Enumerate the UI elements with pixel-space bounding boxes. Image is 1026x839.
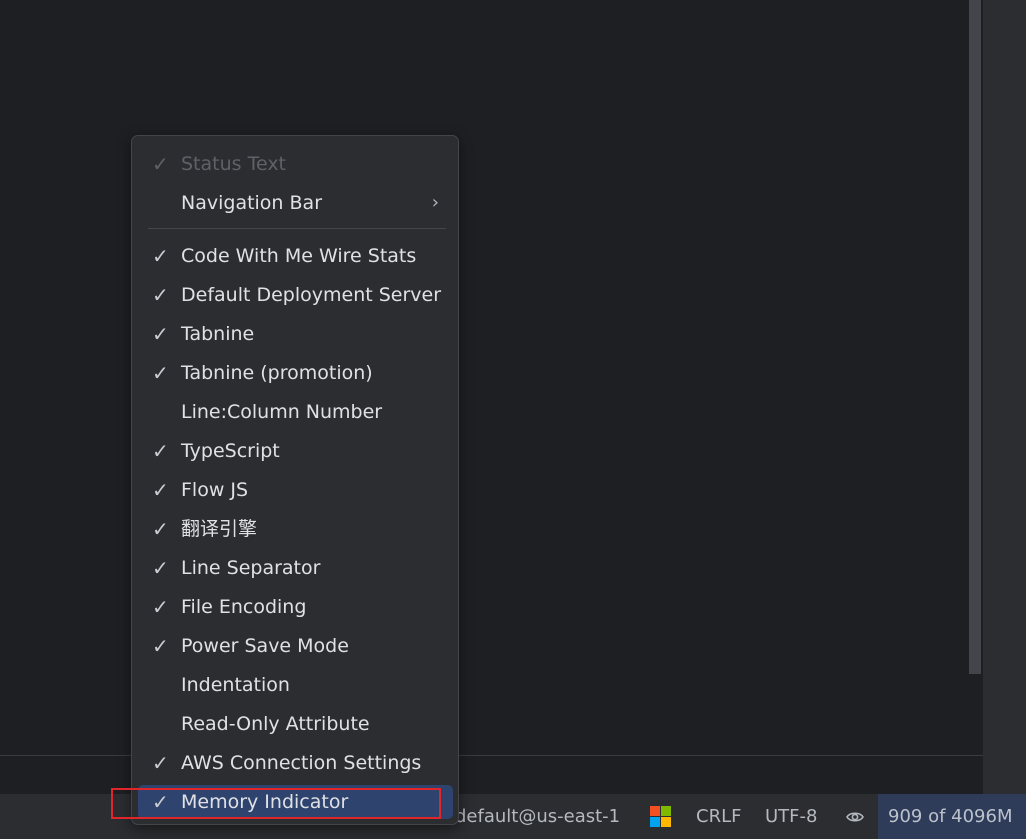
check-icon: ✓	[152, 283, 169, 307]
chevron-right-icon: ›	[431, 192, 439, 213]
menu-item-navigation-bar[interactable]: Navigation Bar ›	[138, 186, 453, 220]
menu-item-label: Flow JS	[181, 479, 249, 501]
windows-logo-icon[interactable]	[650, 806, 671, 827]
menu-item-read-only-attribute[interactable]: Read-Only Attribute	[138, 707, 453, 741]
check-icon: ✓	[152, 556, 169, 580]
status-memory-indicator[interactable]: 909 of 4096M	[878, 794, 1026, 839]
editor-scrollbar-thumb[interactable]	[969, 0, 981, 674]
menu-item-aws-connection-settings[interactable]: ✓ AWS Connection Settings	[138, 746, 453, 780]
menu-item-line-column-number[interactable]: Line:Column Number	[138, 395, 453, 429]
status-bar-widgets-menu: ✓ Status Text Navigation Bar › ✓ Code Wi…	[131, 135, 459, 825]
menu-item-label: AWS Connection Settings	[181, 752, 422, 774]
menu-item-tabnine[interactable]: ✓ Tabnine	[138, 317, 453, 351]
menu-item-typescript[interactable]: ✓ TypeScript	[138, 434, 453, 468]
menu-item-file-encoding[interactable]: ✓ File Encoding	[138, 590, 453, 624]
menu-item-label: Default Deployment Server	[181, 284, 442, 306]
check-icon: ✓	[152, 478, 169, 502]
menu-item-indentation[interactable]: Indentation	[138, 668, 453, 702]
ide-window: default@us-east-1 CRLF UTF-8 909 of 4096…	[0, 0, 1026, 839]
check-icon: ✓	[152, 517, 169, 541]
menu-item-label: Line Separator	[181, 557, 321, 579]
menu-item-default-deployment-server[interactable]: ✓ Default Deployment Server	[138, 278, 453, 312]
check-icon: ✓	[152, 634, 169, 658]
menu-item-flow-js[interactable]: ✓ Flow JS	[138, 473, 453, 507]
annotation-highlight-box	[111, 788, 441, 819]
menu-item-label: TypeScript	[181, 440, 280, 462]
check-icon: ✓	[152, 361, 169, 385]
menu-item-label: Power Save Mode	[181, 635, 349, 657]
menu-item-label: Code With Me Wire Stats	[181, 245, 417, 267]
status-file-encoding[interactable]: UTF-8	[765, 794, 817, 839]
eye-icon[interactable]	[845, 807, 865, 827]
check-icon: ✓	[152, 152, 169, 176]
menu-item-label: Line:Column Number	[181, 401, 383, 423]
menu-item-status-text: ✓ Status Text	[138, 147, 453, 181]
menu-item-line-separator[interactable]: ✓ Line Separator	[138, 551, 453, 585]
menu-item-label: Navigation Bar	[181, 192, 323, 214]
check-icon: ✓	[152, 595, 169, 619]
menu-item-tabnine-promotion[interactable]: ✓ Tabnine (promotion)	[138, 356, 453, 390]
right-tool-strip	[983, 0, 1026, 794]
check-icon: ✓	[152, 439, 169, 463]
status-aws-profile[interactable]: default@us-east-1	[455, 794, 620, 839]
check-icon: ✓	[152, 244, 169, 268]
menu-item-translation-engine[interactable]: ✓ 翻译引擎	[138, 512, 453, 546]
menu-item-label: Tabnine	[181, 323, 255, 345]
check-icon: ✓	[152, 751, 169, 775]
menu-item-label: Indentation	[181, 674, 290, 696]
menu-item-label: Read-Only Attribute	[181, 713, 370, 735]
menu-item-power-save-mode[interactable]: ✓ Power Save Mode	[138, 629, 453, 663]
menu-item-label: File Encoding	[181, 596, 307, 618]
check-icon: ✓	[152, 322, 169, 346]
menu-separator	[148, 228, 446, 229]
menu-item-label: Status Text	[181, 153, 287, 175]
menu-item-label: 翻译引擎	[181, 518, 258, 540]
status-line-separator[interactable]: CRLF	[696, 794, 741, 839]
menu-item-label: Tabnine (promotion)	[181, 362, 373, 384]
menu-item-code-with-me-wire-stats[interactable]: ✓ Code With Me Wire Stats	[138, 239, 453, 273]
